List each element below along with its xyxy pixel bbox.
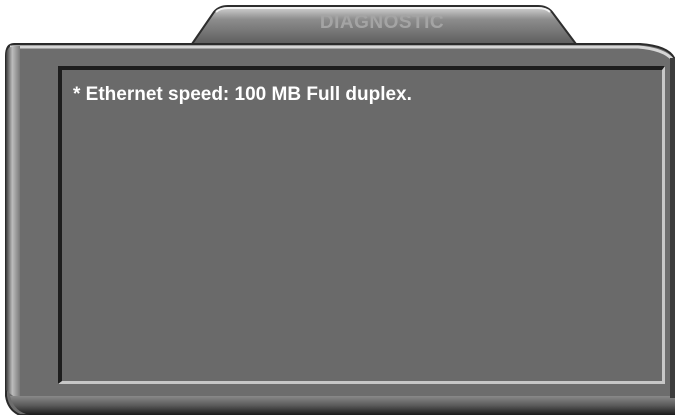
diagnostic-line: * Ethernet speed: 100 MB Full duplex. <box>73 84 412 105</box>
window-title: DIAGNOSTIC <box>319 12 445 33</box>
diagnostic-screen: DIAGNOSTIC * Ethernet speed: 100 MB Full… <box>0 0 675 415</box>
diagnostic-lines: * Ethernet speed: 100 MB Full duplex. <box>73 83 652 107</box>
diagnostic-output-panel: * Ethernet speed: 100 MB Full duplex. <box>58 66 665 384</box>
